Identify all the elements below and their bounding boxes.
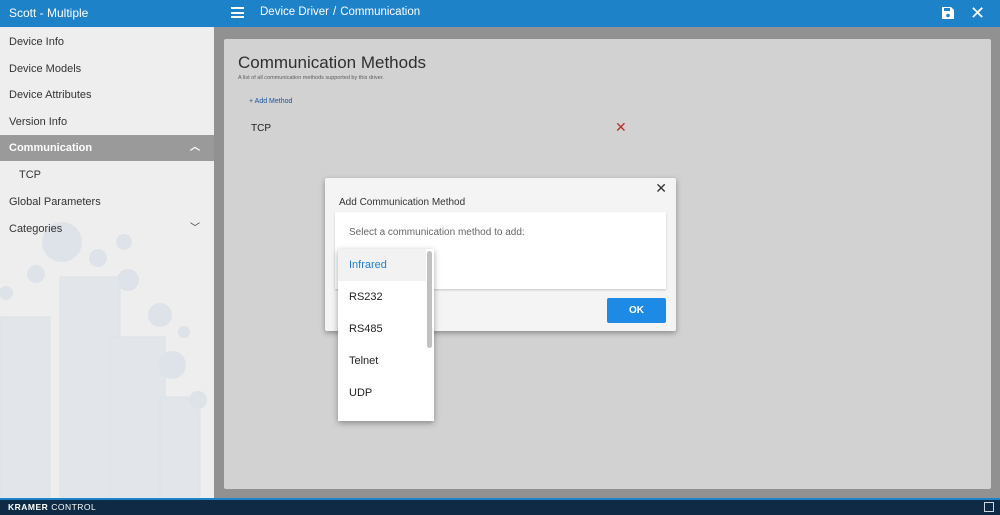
chevron-down-icon[interactable]: ﹀ xyxy=(190,216,200,242)
save-icon[interactable] xyxy=(941,6,955,20)
breadcrumb-current: Communication xyxy=(340,6,421,18)
sidebar-item-device-info[interactable]: Device Info xyxy=(0,29,214,55)
ok-button[interactable]: OK xyxy=(607,298,666,323)
sidebar-item-global-parameters[interactable]: Global Parameters xyxy=(0,189,214,215)
brand-bold: KRAMER xyxy=(8,502,49,512)
sidebar-item-tcp[interactable]: TCP xyxy=(0,162,214,188)
sidebar-item-label: Device Attributes xyxy=(9,89,92,101)
sidebar-item-label: TCP xyxy=(19,169,41,181)
top-bar: Scott - Multiple Device Driver / Communica… xyxy=(0,0,1000,27)
sidebar-item-label: Global Parameters xyxy=(9,196,101,208)
chevron-up-icon[interactable]: ︿ xyxy=(190,135,200,161)
sidebar-item-label: Categories xyxy=(9,223,63,235)
sidebar-item-device-attributes[interactable]: Device Attributes xyxy=(0,82,214,108)
sidebar: Device Info Device Models Device Attribu… xyxy=(0,27,214,498)
close-icon[interactable]: ✕ xyxy=(970,3,985,23)
footer: KRAMER CONTROL xyxy=(0,498,1000,515)
close-icon[interactable]: ✕ xyxy=(655,180,667,197)
dialog-prompt: Select a communication method to add: xyxy=(349,227,525,238)
breadcrumb-parent[interactable]: Device Driver xyxy=(260,6,329,18)
option-udp[interactable]: UDP xyxy=(338,377,426,409)
app-title: Scott - Multiple xyxy=(9,6,89,20)
dropdown-scrollbar[interactable] xyxy=(427,251,432,348)
hamburger-icon[interactable] xyxy=(231,7,244,18)
breadcrumb-separator: / xyxy=(333,6,337,18)
brand-rest: CONTROL xyxy=(51,502,97,512)
method-select-list[interactable]: Infrared RS232 RS485 Telnet UDP xyxy=(338,249,434,421)
breadcrumb: Device Driver / Communication xyxy=(260,6,420,18)
sidebar-item-categories[interactable]: Categories ﹀ xyxy=(0,216,214,242)
sidebar-item-label: Device Models xyxy=(9,63,82,75)
option-rs485[interactable]: RS485 xyxy=(338,313,426,345)
sidebar-item-label: Version Info xyxy=(9,116,68,128)
sidebar-item-communication[interactable]: Communication ︿ xyxy=(0,135,214,161)
sidebar-item-label: Communication xyxy=(9,142,93,154)
kramer-logo-icon xyxy=(984,502,994,512)
sidebar-item-device-models[interactable]: Device Models xyxy=(0,56,214,82)
footer-brand: KRAMER CONTROL xyxy=(8,502,96,512)
sidebar-item-label: Device Info xyxy=(9,36,65,48)
dialog-title: Add Communication Method xyxy=(339,197,466,208)
option-rs232[interactable]: RS232 xyxy=(338,281,426,313)
option-telnet[interactable]: Telnet xyxy=(338,345,426,377)
sidebar-item-version-info[interactable]: Version Info xyxy=(0,109,214,135)
option-infrared[interactable]: Infrared xyxy=(338,249,426,281)
